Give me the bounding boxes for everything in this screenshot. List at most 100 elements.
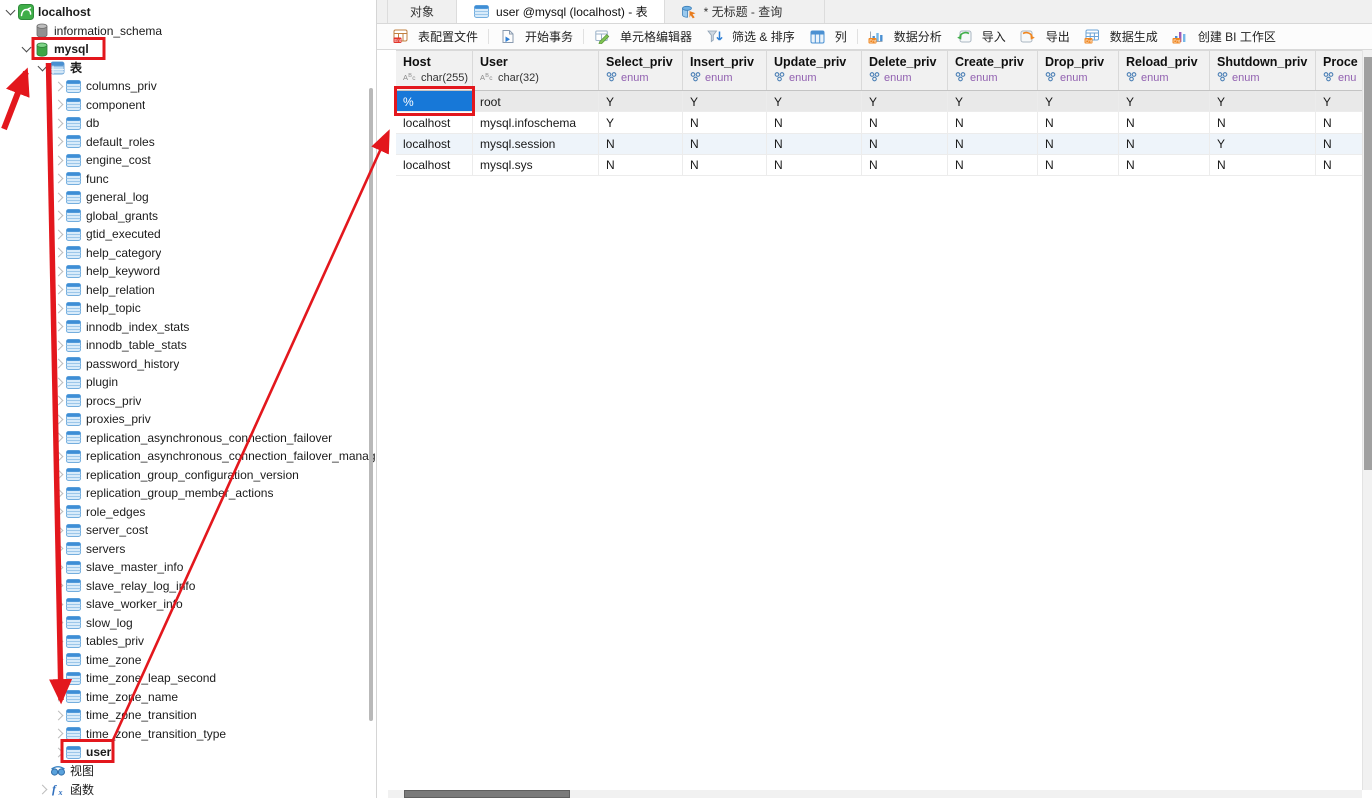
cell-create-priv[interactable]: N bbox=[948, 134, 1038, 154]
chevron-right-icon[interactable] bbox=[52, 305, 65, 312]
cell-shutdown-priv[interactable]: N bbox=[1210, 155, 1316, 175]
begin-transaction-button[interactable]: 开始事务 bbox=[492, 26, 580, 48]
cell-create-priv[interactable]: N bbox=[948, 155, 1038, 175]
tree-item-default-roles[interactable]: default_roles bbox=[0, 133, 376, 152]
chevron-down-icon[interactable] bbox=[4, 10, 17, 14]
cell-update-priv[interactable]: N bbox=[767, 155, 862, 175]
column-header-user[interactable]: UserABcchar(32) bbox=[473, 51, 599, 90]
tree-item-help-topic[interactable]: help_topic bbox=[0, 299, 376, 318]
chevron-right-icon[interactable] bbox=[52, 656, 65, 663]
chevron-right-icon[interactable] bbox=[52, 286, 65, 293]
column-header-proce[interactable]: Proceenu bbox=[1316, 51, 1362, 90]
chevron-right-icon[interactable] bbox=[52, 675, 65, 682]
cell-reload-priv[interactable]: N bbox=[1119, 155, 1210, 175]
import-button[interactable]: 导入 bbox=[949, 26, 1013, 48]
tree-item-general-log[interactable]: general_log bbox=[0, 188, 376, 207]
table-profile-button[interactable]: Ent表配置文件 bbox=[385, 26, 485, 48]
column-header-delete-priv[interactable]: Delete_privenum bbox=[862, 51, 948, 90]
chevron-right-icon[interactable] bbox=[36, 786, 49, 793]
cell-drop-priv[interactable]: N bbox=[1038, 155, 1119, 175]
cell-reload-priv[interactable]: N bbox=[1119, 134, 1210, 154]
chevron-down-icon[interactable] bbox=[20, 47, 33, 51]
cell-shutdown-priv[interactable]: N bbox=[1210, 112, 1316, 132]
bi-workspace-button[interactable]: Ent创建 BI 工作区 bbox=[1165, 26, 1283, 48]
chevron-down-icon[interactable] bbox=[36, 66, 49, 70]
column-header-create-priv[interactable]: Create_privenum bbox=[948, 51, 1038, 90]
tab-table-user[interactable]: user @mysql (localhost) - 表 bbox=[457, 0, 665, 23]
chevron-right-icon[interactable] bbox=[52, 175, 65, 182]
chevron-right-icon[interactable] bbox=[52, 101, 65, 108]
tree-item-time-zone-leap-second[interactable]: time_zone_leap_second bbox=[0, 669, 376, 688]
tree-item-help-relation[interactable]: help_relation bbox=[0, 281, 376, 300]
tree-item-password-history[interactable]: password_history bbox=[0, 355, 376, 374]
chevron-right-icon[interactable] bbox=[52, 397, 65, 404]
chevron-right-icon[interactable] bbox=[52, 693, 65, 700]
tree-item-slow-log[interactable]: slow_log bbox=[0, 614, 376, 633]
cell-proce[interactable]: Y bbox=[1316, 91, 1362, 111]
cell-update-priv[interactable]: Y bbox=[767, 91, 862, 111]
chevron-right-icon[interactable] bbox=[52, 323, 65, 330]
tree-item-help-category[interactable]: help_category bbox=[0, 244, 376, 263]
tree-item-innodb-table-stats[interactable]: innodb_table_stats bbox=[0, 336, 376, 355]
tree-item-tables-folder[interactable]: 表 bbox=[0, 59, 376, 78]
tree-item-time-zone-name[interactable]: time_zone_name bbox=[0, 688, 376, 707]
tree-item-time-zone[interactable]: time_zone bbox=[0, 651, 376, 670]
chevron-right-icon[interactable] bbox=[52, 138, 65, 145]
cell-delete-priv[interactable]: N bbox=[862, 134, 948, 154]
cell-insert-priv[interactable]: Y bbox=[683, 91, 767, 111]
tree-item-time-zone-transition-type[interactable]: time_zone_transition_type bbox=[0, 725, 376, 744]
tree-item-component[interactable]: component bbox=[0, 96, 376, 115]
tree-item-func[interactable]: func bbox=[0, 170, 376, 189]
tree-item-help-keyword[interactable]: help_keyword bbox=[0, 262, 376, 281]
filter-sort-button[interactable]: 筛选 & 排序 bbox=[699, 26, 802, 48]
chevron-right-icon[interactable] bbox=[52, 638, 65, 645]
cell-drop-priv[interactable]: Y bbox=[1038, 91, 1119, 111]
tab-objects[interactable]: 对象 bbox=[387, 0, 457, 23]
chevron-right-icon[interactable] bbox=[52, 83, 65, 90]
cell-drop-priv[interactable]: N bbox=[1038, 112, 1119, 132]
chevron-right-icon[interactable] bbox=[52, 490, 65, 497]
cell-shutdown-priv[interactable]: Y bbox=[1210, 91, 1316, 111]
tree-item-columns-priv[interactable]: columns_priv bbox=[0, 77, 376, 96]
column-header-host[interactable]: HostABcchar(255) bbox=[396, 51, 473, 90]
cell-user[interactable]: mysql.session bbox=[473, 134, 599, 154]
chevron-right-icon[interactable] bbox=[52, 749, 65, 756]
cell-insert-priv[interactable]: N bbox=[683, 134, 767, 154]
tree-item-replication-group-member-actions[interactable]: replication_group_member_actions bbox=[0, 484, 376, 503]
tree-item-procs-priv[interactable]: procs_priv bbox=[0, 392, 376, 411]
tree-item-views-folder[interactable]: 视图 bbox=[0, 762, 376, 781]
tree-item-gtid-executed[interactable]: gtid_executed bbox=[0, 225, 376, 244]
chevron-right-icon[interactable] bbox=[52, 619, 65, 626]
tree-item-proxies-priv[interactable]: proxies_priv bbox=[0, 410, 376, 429]
cell-delete-priv[interactable]: N bbox=[862, 112, 948, 132]
chevron-right-icon[interactable] bbox=[52, 212, 65, 219]
tree-item-engine-cost[interactable]: engine_cost bbox=[0, 151, 376, 170]
column-header-shutdown-priv[interactable]: Shutdown_privenum bbox=[1210, 51, 1316, 90]
cell-create-priv[interactable]: Y bbox=[948, 91, 1038, 111]
cell-update-priv[interactable]: N bbox=[767, 134, 862, 154]
chevron-right-icon[interactable] bbox=[52, 712, 65, 719]
cell-host[interactable]: localhost bbox=[396, 112, 473, 132]
tree-item-innodb-index-stats[interactable]: innodb_index_stats bbox=[0, 318, 376, 337]
chevron-right-icon[interactable] bbox=[52, 545, 65, 552]
chevron-right-icon[interactable] bbox=[52, 120, 65, 127]
tree-item-slave-worker-info[interactable]: slave_worker_info bbox=[0, 595, 376, 614]
cell-delete-priv[interactable]: Y bbox=[862, 91, 948, 111]
tree-item-tables-priv[interactable]: tables_priv bbox=[0, 632, 376, 651]
chevron-right-icon[interactable] bbox=[52, 471, 65, 478]
vertical-scrollbar-thumb[interactable] bbox=[1364, 57, 1372, 470]
data-profiling-button[interactable]: Ent数据分析 bbox=[861, 26, 949, 48]
cell-user[interactable]: root bbox=[473, 91, 599, 111]
chevron-right-icon[interactable] bbox=[52, 249, 65, 256]
tree-item-global-grants[interactable]: global_grants bbox=[0, 207, 376, 226]
cell-insert-priv[interactable]: N bbox=[683, 155, 767, 175]
cell-delete-priv[interactable]: N bbox=[862, 155, 948, 175]
chevron-right-icon[interactable] bbox=[52, 416, 65, 423]
chevron-right-icon[interactable] bbox=[52, 434, 65, 441]
chevron-right-icon[interactable] bbox=[52, 508, 65, 515]
cell-user[interactable]: mysql.infoschema bbox=[473, 112, 599, 132]
cell-proce[interactable]: N bbox=[1316, 112, 1362, 132]
tree-item-servers[interactable]: servers bbox=[0, 540, 376, 559]
chevron-right-icon[interactable] bbox=[52, 379, 65, 386]
cell-drop-priv[interactable]: N bbox=[1038, 134, 1119, 154]
